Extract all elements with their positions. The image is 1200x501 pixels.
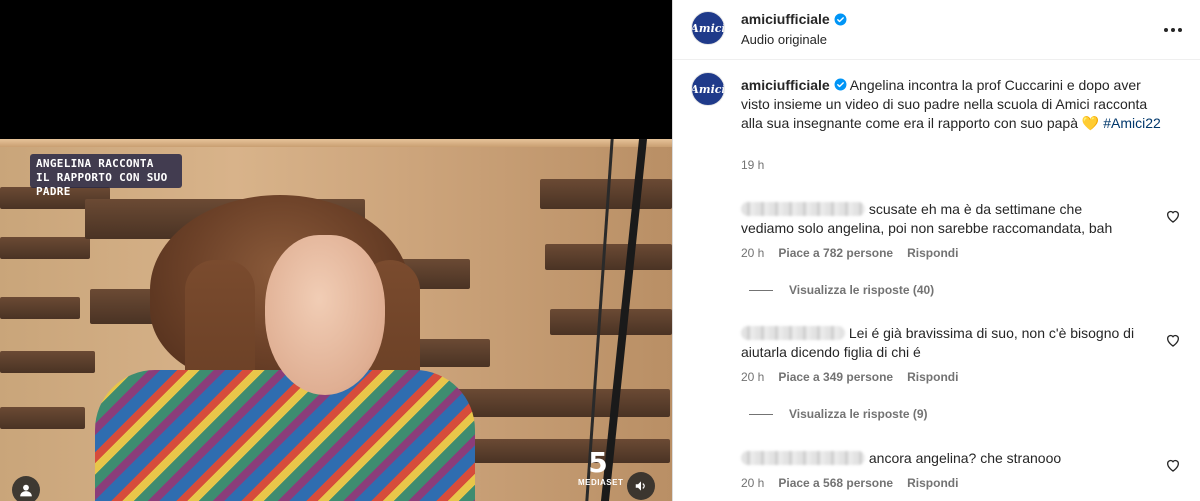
blurred-username xyxy=(741,326,845,340)
author-avatar[interactable]: Amici xyxy=(691,11,725,45)
caption-author-avatar[interactable]: Amici xyxy=(691,72,725,106)
view-replies-label: Visualizza le risposte (9) xyxy=(789,407,928,421)
comment-text-block: scusate eh ma è da settimane che vediamo… xyxy=(741,200,1136,238)
post-header: Amici amiciufficiale Audio originale xyxy=(673,0,1200,60)
blurred-username xyxy=(741,451,865,465)
wood-slat xyxy=(0,351,95,373)
caption-text-block: amiciufficiale Angelina incontra la prof… xyxy=(741,76,1161,133)
author-username: amiciufficiale xyxy=(741,11,830,27)
caption-avatar-logo: Amici xyxy=(691,82,725,96)
speaker-icon xyxy=(635,481,645,491)
comment-meta: 20 h Piace a 782 persone Rispondi xyxy=(741,246,958,260)
comment-item: ancora angelina? che stranooo 20 h Piace… xyxy=(741,449,1181,501)
channel-logo-mark: 5 xyxy=(588,446,608,479)
comment-timestamp[interactable]: 20 h xyxy=(741,370,764,384)
audio-link[interactable]: Audio originale xyxy=(741,32,827,47)
comment-item: scusate eh ma è da settimane che vediamo… xyxy=(741,200,1181,304)
wood-slat xyxy=(0,237,90,259)
caption-timestamp[interactable]: 19 h xyxy=(741,158,764,172)
comment-text-block: Lei é già bravissima di suo, non c'è bis… xyxy=(741,324,1136,362)
overlay-caption-line-2: IL RAPPORTO CON SUO PADRE xyxy=(36,171,168,198)
wood-slat xyxy=(550,309,672,335)
wood-slat xyxy=(0,407,85,429)
author-avatar-logo: Amici xyxy=(691,21,725,35)
comment-text-block: ancora angelina? che stranooo xyxy=(741,449,1136,468)
comment-likes-link[interactable]: Piace a 568 persone xyxy=(778,476,893,490)
video-overlay-caption: ANGELINA RACCONTA IL RAPPORTO CON SUO PA… xyxy=(30,154,182,198)
view-replies-button[interactable]: Visualizza le risposte (9) xyxy=(749,407,928,421)
comment-meta: 20 h Piace a 349 persone Rispondi xyxy=(741,370,958,384)
verified-badge-icon xyxy=(834,78,847,91)
caption-username[interactable]: amiciufficiale xyxy=(741,77,830,93)
reply-button[interactable]: Rispondi xyxy=(907,246,958,260)
comment-meta: 20 h Piace a 568 persone Rispondi xyxy=(741,476,958,490)
wood-slat xyxy=(0,297,80,319)
verified-badge-icon xyxy=(834,13,847,25)
author-username-link[interactable]: amiciufficiale xyxy=(741,11,847,27)
comment-body: ancora angelina? che stranooo xyxy=(868,450,1062,466)
channel-logo: 5 MEDIASET xyxy=(578,446,624,496)
view-replies-label: Visualizza le risposte (40) xyxy=(789,283,935,297)
video-letterbox xyxy=(0,0,672,139)
replies-divider xyxy=(749,413,773,415)
comment-timestamp[interactable]: 20 h xyxy=(741,246,764,260)
heart-icon[interactable] xyxy=(1165,457,1181,473)
reply-button[interactable]: Rispondi xyxy=(907,476,958,490)
more-horizontal-icon xyxy=(1164,28,1182,32)
person-face xyxy=(265,235,385,395)
comment-likes-link[interactable]: Piace a 349 persone xyxy=(778,370,893,384)
heart-icon[interactable] xyxy=(1165,208,1181,224)
hashtag-link[interactable]: #Amici22 xyxy=(1103,115,1161,131)
comment-likes-link[interactable]: Piace a 782 persone xyxy=(778,246,893,260)
channel-logo-name: MEDIASET xyxy=(578,478,624,487)
user-icon xyxy=(20,484,32,497)
reply-button[interactable]: Rispondi xyxy=(907,370,958,384)
post-side-panel: Amici amiciufficiale Audio originale Ami… xyxy=(672,0,1200,501)
yellow-heart-emoji: 💛 xyxy=(1081,115,1100,131)
heart-icon[interactable] xyxy=(1165,332,1181,348)
wood-slat xyxy=(450,439,670,463)
mute-button[interactable] xyxy=(627,472,655,500)
replies-divider xyxy=(749,289,773,291)
wood-slat xyxy=(545,244,672,270)
view-replies-button[interactable]: Visualizza le risposte (40) xyxy=(749,283,934,297)
person-sweater xyxy=(95,370,475,501)
tagged-users-button[interactable] xyxy=(12,476,40,501)
video-player[interactable]: ANGELINA RACCONTA IL RAPPORTO CON SUO PA… xyxy=(0,0,672,501)
wood-panel xyxy=(0,139,672,147)
more-options-button[interactable] xyxy=(1161,18,1185,42)
blurred-username xyxy=(741,202,865,216)
comment-timestamp[interactable]: 20 h xyxy=(741,476,764,490)
overlay-caption-line-1: ANGELINA RACCONTA xyxy=(36,157,154,170)
comment-item: Lei é già bravissima di suo, non c'è bis… xyxy=(741,324,1181,428)
